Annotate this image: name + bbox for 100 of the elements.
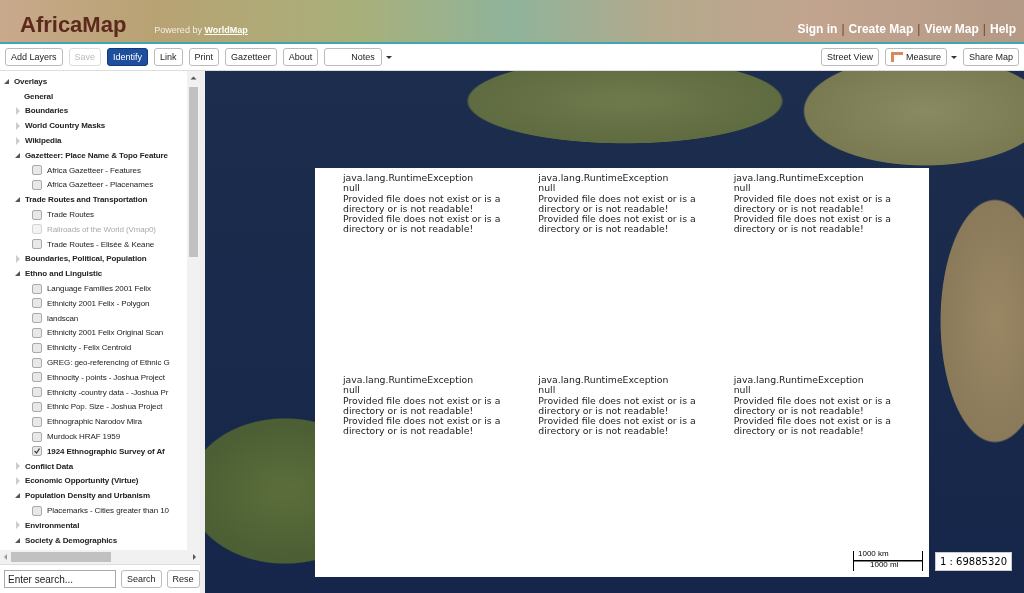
toolbar-button[interactable]: Add Layers [5,48,63,66]
layer-checkbox[interactable] [32,387,42,398]
scale-selector[interactable]: 1 : 69885320 [935,551,1012,571]
layer-label[interactable]: Africa Gazetteer - Features [47,165,141,175]
collapsed-arrow-icon[interactable] [16,136,20,145]
notes-button[interactable]: Notes [324,48,382,66]
powered-by-text: Powered by WorldMap [154,25,248,35]
folder-label[interactable]: Overlays [14,76,47,86]
expanded-arrow-icon[interactable] [15,197,20,203]
error-message: Provided file does not exist or is a directory or is not readable! [538,214,697,235]
layer-label[interactable]: Ethnographic Narodov Mira [47,417,142,427]
expanded-arrow-icon[interactable] [4,78,9,84]
search-field[interactable]: Enter search... [4,570,116,588]
error-message: Provided file does not exist or is a directory or is not readable! [343,416,502,437]
layer-label[interactable]: Ethnocity - points - Joshua Project [47,372,165,382]
error-message: java.lang.RuntimeException [538,375,670,386]
layer-label[interactable]: Trade Routes - Elisée & Keane [47,239,155,249]
error-message: java.lang.RuntimeException [733,375,865,386]
layer-label[interactable]: landscan [47,313,79,323]
toolbar-button[interactable]: Link [154,48,183,66]
logo[interactable]: AfricaMap [20,14,127,36]
layer-checkbox[interactable] [32,505,42,516]
caret-icon[interactable] [950,55,957,59]
layer-label[interactable]: Ethnic Pop. Size - Joshua Project [47,402,163,412]
toolbar-button[interactable]: Share Map [962,48,1019,66]
folder-label[interactable]: Trade Routes and Transportation [25,195,148,205]
horizontal-scrollbar[interactable] [0,550,200,564]
toolbar-button[interactable]: Street View [821,48,879,66]
layer-checkbox[interactable] [32,342,42,353]
folder-label[interactable]: Wikipedia [25,136,62,146]
collapsed-arrow-icon[interactable] [16,121,20,130]
search-button[interactable]: Rese [166,570,200,588]
layer-label[interactable]: Placemarks - Cities greater than 10 [47,506,169,515]
layer-label[interactable]: Ethnicity 2001 Felix - Polygon [47,298,150,308]
folder-label[interactable]: Conflict Data [25,461,74,471]
expanded-arrow-icon[interactable] [15,152,20,158]
collapsed-arrow-icon[interactable] [16,462,20,471]
expanded-arrow-icon[interactable] [15,271,20,277]
toolbar-button[interactable]: Gazetteer [225,48,277,66]
layer-label[interactable]: Trade Routes [47,210,94,220]
error-message: Provided file does not exist or is a directory or is not readable! [343,193,502,215]
layer-checkbox[interactable] [32,446,42,457]
folder-label[interactable]: Boundaries [25,106,68,116]
layer-checkbox[interactable] [32,357,42,368]
satellite-map-imagery[interactable] [205,71,1024,593]
caret-icon[interactable] [385,55,392,59]
collapsed-arrow-icon[interactable] [16,521,20,530]
toolbar-button[interactable]: About [282,48,319,66]
folder-label[interactable]: Boundaries, Political, Population [25,254,147,264]
measure-button[interactable]: Measure [884,48,947,66]
ruler-icon [890,52,903,62]
scale-mi-label: 1000 mi [870,560,899,569]
layer-checkbox[interactable] [32,165,42,176]
layer-label[interactable]: Ethnicity 2001 Felix Original Scan [47,328,164,338]
layer-checkbox[interactable] [32,401,42,412]
folder-label[interactable]: Population Density and Urbanism [25,491,150,501]
toolbar-button[interactable]: Identify [107,48,149,66]
layer-label[interactable]: Ethnicity - Felix Centroid [47,343,132,353]
layer-label[interactable]: Murdock HRAF 1959 [47,432,120,441]
layer-checkbox[interactable] [32,283,42,294]
folder-label[interactable]: General [24,91,54,101]
error-message: Provided file does not exist or is a directory or is not readable! [343,395,502,417]
layer-checkbox[interactable] [32,431,42,442]
expanded-arrow-icon[interactable] [15,493,20,499]
collapsed-arrow-icon[interactable] [16,476,20,485]
folder-label[interactable]: World Country Masks [25,121,106,131]
layer-label[interactable]: Language Families 2001 Felix [47,284,151,294]
error-message: Provided file does not exist or is a directory or is not readable! [538,395,697,417]
layer-checkbox[interactable] [32,209,42,220]
layer-checkbox[interactable] [32,372,42,383]
layer-label[interactable]: 1924 Ethnographic Survey of Af [47,446,165,456]
nav-separator: | [982,22,986,36]
toolbar-button[interactable]: Print [188,48,220,66]
folder-label[interactable]: Economic Opportunity (Virtue) [25,476,139,486]
error-message: null [538,385,556,396]
search-button[interactable]: Search [121,570,162,588]
collapsed-arrow-icon[interactable] [16,254,20,263]
expanded-arrow-icon[interactable] [15,537,20,543]
error-message: java.lang.RuntimeException [733,173,865,184]
folder-label[interactable]: Environmental [25,520,80,530]
layer-label[interactable]: Africa Gazetteer - Placenames [47,180,154,190]
error-message: java.lang.RuntimeException [538,173,670,184]
error-message: Provided file does not exist or is a directory or is not readable! [538,193,697,215]
layer-checkbox[interactable] [32,313,42,324]
layer-label[interactable]: Ethnicity -country data - -Joshua Pr [47,387,169,397]
folder-label[interactable]: Ethno and Linguistic [25,269,103,279]
error-message: Provided file does not exist or is a directory or is not readable! [733,214,892,235]
layer-label[interactable]: GREG: geo-referencing of Ethnic G [47,358,170,368]
collapsed-arrow-icon[interactable] [16,107,20,115]
error-message: null [733,183,751,194]
error-message: java.lang.RuntimeException [343,375,475,386]
layer-checkbox[interactable] [32,179,42,190]
error-message: null [733,385,751,396]
layer-checkbox[interactable] [32,298,42,309]
layer-checkbox[interactable] [32,416,42,427]
folder-label[interactable]: Gazetteer: Place Name & Topo Feature [25,150,168,160]
folder-label[interactable]: Society & Demographics [25,535,118,545]
layer-checkbox[interactable] [32,239,42,250]
error-message: Provided file does not exist or is a directory or is not readable! [538,416,697,437]
layer-checkbox[interactable] [32,327,42,338]
